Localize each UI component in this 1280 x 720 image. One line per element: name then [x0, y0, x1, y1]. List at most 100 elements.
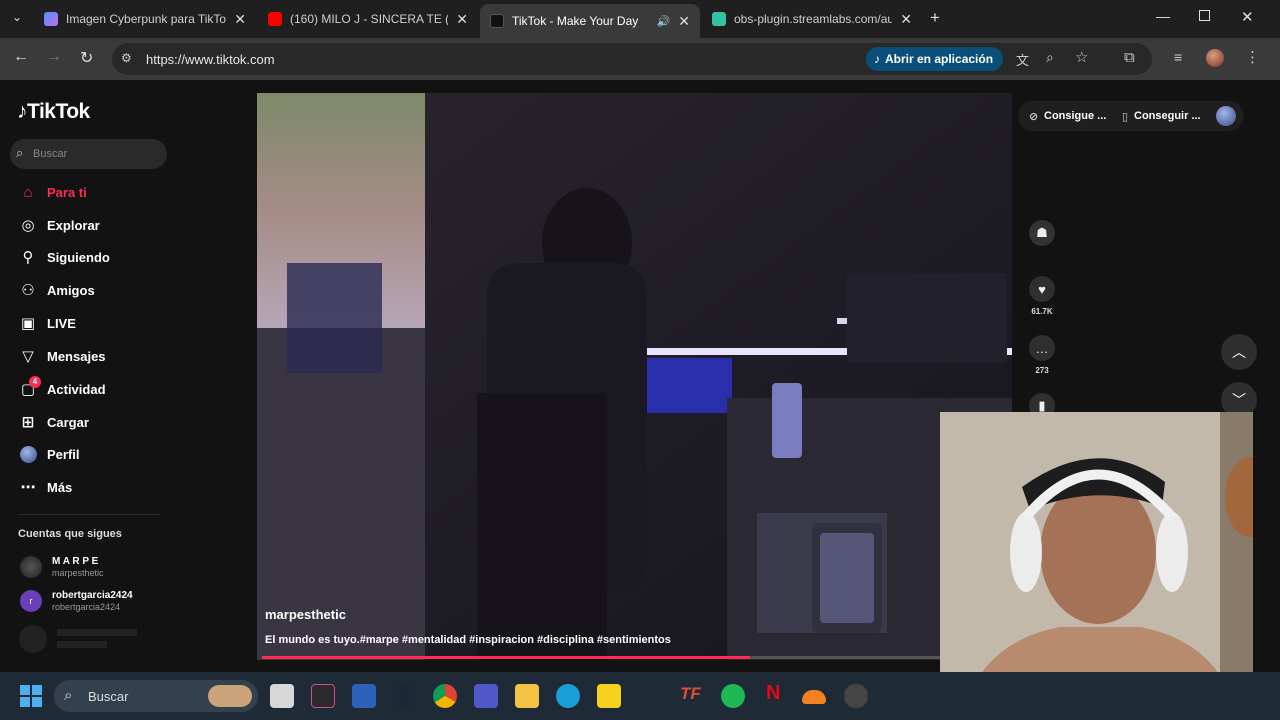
nav-para-ti[interactable]: ⌂ Para ti — [18, 180, 86, 204]
chrome-icon[interactable] — [433, 684, 457, 708]
video-progress-bar[interactable] — [262, 656, 940, 659]
profile-avatar[interactable] — [1206, 49, 1224, 67]
close-window-button[interactable]: ✕ — [1241, 8, 1254, 26]
video-frame — [257, 93, 1012, 660]
windows-taskbar: ⌕ Buscar TF N — [0, 672, 1280, 720]
activity-badge: 4 — [29, 376, 41, 388]
get-coins-button[interactable]: Consigue ... — [1044, 110, 1106, 122]
nav-mas[interactable]: ⋯ Más — [18, 475, 73, 499]
speaker-icon[interactable]: 🔊 — [657, 15, 671, 28]
open-in-app-button[interactable]: ♪ Abrir en aplicación — [866, 47, 1004, 71]
tab-youtube[interactable]: (160) MILO J - SINCERA TE (Vid ✕ — [258, 6, 478, 32]
sticky-notes-icon[interactable] — [597, 684, 621, 708]
phone-icon: ▯ — [1122, 111, 1129, 123]
chevron-down-icon: ﹀ — [1232, 392, 1246, 408]
nav-live[interactable]: ▣ LIVE — [18, 311, 76, 335]
restore-button[interactable] — [1199, 10, 1210, 21]
netflix-icon[interactable]: N — [766, 682, 780, 705]
tiktok-icon — [490, 14, 504, 28]
address-field[interactable]: ⚙ https://www.tiktok.com ♪ Abrir en apli… — [112, 43, 1152, 75]
avatar[interactable] — [1216, 106, 1236, 126]
upload-icon: ⊞ — [21, 414, 35, 431]
like-button[interactable]: ♥ 61.7K — [1029, 276, 1055, 316]
back-icon[interactable]: ← — [13, 48, 29, 66]
steam-icon[interactable] — [392, 684, 416, 708]
close-tab-icon[interactable]: ✕ — [234, 11, 246, 28]
new-tab-button[interactable]: + — [930, 8, 940, 28]
creator-avatar[interactable]: ☗ — [1029, 220, 1055, 246]
gemini-icon — [44, 12, 58, 26]
heart-icon: ♥ — [1029, 276, 1055, 302]
app-tf-icon[interactable]: TF — [680, 684, 701, 704]
video-author[interactable]: marpesthetic — [265, 607, 346, 622]
compass-icon: ◎ — [21, 217, 35, 234]
tab-cyberpunk[interactable]: Imagen Cyberpunk para TikTok ✕ — [34, 6, 256, 32]
friends-icon: ⚇ — [21, 282, 35, 299]
avatar: ☗ — [1029, 220, 1055, 246]
search-input[interactable]: ⌕ Buscar — [10, 139, 167, 169]
divider — [18, 514, 160, 515]
following-account-robertgarcia[interactable]: r robertgarcia2424 robertgarcia2424 — [20, 587, 133, 615]
profile-icon — [18, 445, 38, 463]
app-z-icon[interactable] — [311, 684, 335, 708]
tab-search-icon[interactable]: ⌄ — [12, 10, 22, 24]
folder-icon[interactable] — [515, 684, 539, 708]
close-tab-icon[interactable]: ✕ — [456, 11, 468, 28]
search-icon: ⌕ — [64, 687, 73, 704]
forward-icon[interactable]: → — [46, 48, 62, 66]
following-icon: ⚲ — [22, 249, 34, 266]
nav-actividad[interactable]: ▢ 4 Actividad — [18, 376, 106, 401]
taskbar-search[interactable]: ⌕ Buscar — [54, 680, 258, 712]
nav-cargar[interactable]: ⊞ Cargar — [18, 410, 89, 434]
previous-video-button[interactable]: ︿ — [1221, 334, 1257, 370]
edge-icon[interactable] — [556, 684, 580, 708]
progress-fill — [262, 656, 751, 659]
chevron-up-icon: ︿ — [1232, 344, 1246, 360]
tiktok-icon: ♪ — [874, 52, 880, 66]
nav-amigos[interactable]: ⚇ Amigos — [18, 278, 94, 302]
tab-tiktok[interactable]: TikTok - Make Your Day 🔊 ✕ — [480, 4, 700, 38]
obs-icon[interactable] — [844, 684, 868, 708]
start-button[interactable] — [20, 685, 42, 707]
loading-text-placeholder — [57, 641, 107, 648]
file-explorer-tool-icon[interactable] — [270, 684, 294, 708]
reload-icon[interactable]: ↻ — [80, 48, 93, 68]
media-control-icon[interactable]: ≡ — [1174, 49, 1182, 65]
following-account-marpe[interactable]: M A R P E marpesthetic — [20, 553, 104, 581]
browser-toolbar: ← → ↻ ⚙ https://www.tiktok.com ♪ Abrir e… — [0, 38, 1280, 80]
video-player[interactable] — [257, 93, 1012, 660]
search-highlight-image — [208, 685, 252, 707]
browser-tab-bar: ⌄ Imagen Cyberpunk para TikTok ✕ (160) M… — [0, 0, 1280, 38]
comment-button[interactable]: … 273 — [1029, 335, 1055, 375]
loading-avatar-placeholder — [19, 625, 47, 653]
tab-streamlabs[interactable]: obs-plugin.streamlabs.com/aut ✕ — [702, 6, 922, 32]
cloudflare-icon[interactable] — [802, 690, 826, 704]
loading-text-placeholder — [57, 629, 137, 636]
close-tab-icon[interactable]: ✕ — [900, 11, 912, 28]
nav-perfil[interactable]: Perfil — [18, 442, 80, 466]
minimize-button[interactable]: — — [1156, 8, 1170, 24]
avatar — [20, 556, 42, 578]
activity-icon: ▢ 4 — [18, 376, 41, 398]
translate-icon[interactable]: 文 — [1016, 50, 1029, 69]
spotify-icon[interactable] — [721, 684, 745, 708]
home-icon: ⌂ — [23, 183, 33, 201]
close-tab-icon[interactable]: ✕ — [678, 13, 690, 30]
bookmark-star-icon[interactable]: ☆ — [1075, 48, 1088, 66]
search-icon: ⌕ — [16, 145, 24, 160]
tiktok-icon: ♪ — [17, 100, 28, 123]
nav-mensajes[interactable]: ▽ Mensajes — [18, 344, 105, 368]
get-app-button[interactable]: Conseguir ... — [1134, 110, 1201, 122]
extensions-icon[interactable]: ⧉ — [1124, 49, 1135, 66]
streamlabs-icon — [712, 12, 726, 26]
store-icon[interactable] — [352, 684, 376, 708]
messages-icon: ▽ — [22, 348, 34, 365]
tiktok-logo[interactable]: ♪TikTok — [17, 100, 90, 124]
nav-siguiendo[interactable]: ⚲ Siguiendo — [18, 245, 110, 269]
zoom-icon[interactable]: ⌕ — [1046, 49, 1054, 66]
teams-icon[interactable] — [474, 684, 498, 708]
nav-explorar[interactable]: ◎ Explorar — [18, 213, 99, 237]
menu-icon[interactable]: ⋮ — [1245, 48, 1260, 66]
site-settings-icon[interactable]: ⚙ — [121, 51, 132, 65]
avatar: r — [20, 590, 42, 612]
